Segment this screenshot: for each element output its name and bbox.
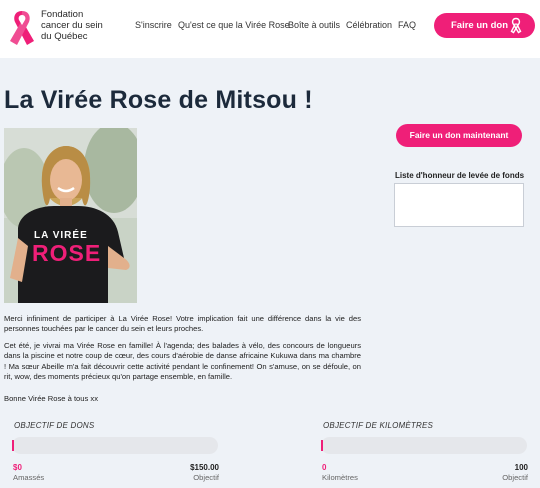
- main-content: La Virée Rose de Mitsou ! LA VIRÉE ROSE …: [0, 58, 540, 488]
- kilometers-raised-value: 0: [322, 463, 327, 472]
- honor-roll-box: [394, 183, 524, 227]
- foundation-name-line2: cancer du sein: [41, 20, 103, 31]
- foundation-logo[interactable]: Fondation cancer du sein du Québec: [6, 5, 136, 49]
- donate-button-header-label: Faire un don: [451, 20, 508, 31]
- kilometers-target-caption: Objectif: [502, 473, 528, 482]
- donations-progress-bar: [12, 437, 218, 454]
- top-header: Fondation cancer du sein du Québec S'ins…: [0, 0, 540, 56]
- donations-goal-label: OBJECTIF DE DONS: [14, 421, 95, 430]
- donate-button-header[interactable]: Faire un don: [434, 13, 535, 38]
- foundation-name-line3: du Québec: [41, 31, 88, 42]
- page-title: La Virée Rose de Mitsou !: [4, 86, 313, 114]
- kilometers-progress-bar: [321, 437, 527, 454]
- shirt-text-line2: ROSE: [32, 240, 102, 266]
- donations-raised-value: $0: [13, 463, 22, 472]
- kilometers-raised-caption: Kilomètres: [322, 473, 358, 482]
- ribbon-outline-icon: [510, 17, 522, 34]
- donations-progress-fill: [12, 440, 14, 451]
- nav-link-faq[interactable]: FAQ: [398, 20, 416, 30]
- kilometers-progress-fill: [321, 440, 323, 451]
- participant-photo: LA VIRÉE ROSE: [4, 128, 137, 303]
- donate-now-button[interactable]: Faire un don maintenant: [396, 124, 522, 147]
- foundation-name: Fondation cancer du sein du Québec: [41, 9, 141, 42]
- message-paragraph-3: Bonne Virée Rose à tous xx: [4, 394, 98, 403]
- foundation-name-line1: Fondation: [41, 9, 84, 20]
- message-paragraph-1: Merci infiniment de participer à La Viré…: [4, 314, 361, 334]
- donations-raised-caption: Amassés: [13, 473, 45, 482]
- pink-ribbon-icon: [10, 11, 34, 45]
- kilometers-target-value: 100: [514, 463, 528, 472]
- kilometers-goal-label: OBJECTIF DE KILOMÈTRES: [323, 421, 434, 430]
- message-paragraph-2: Cet été, je vivrai ma Virée Rose en fami…: [4, 341, 361, 381]
- nav-link-sinscrire[interactable]: S'inscrire: [135, 20, 172, 30]
- honor-roll-label: Liste d'honneur de levée de fonds: [395, 171, 525, 180]
- donations-target-value: $150.00: [190, 463, 219, 472]
- nav-link-boite-outils[interactable]: Boîte à outils: [288, 20, 340, 30]
- nav-link-viree-rose[interactable]: Qu'est ce que la Virée Rose: [178, 20, 290, 30]
- nav-link-celebration[interactable]: Célébration: [346, 20, 392, 30]
- donations-target-caption: Objectif: [193, 473, 219, 482]
